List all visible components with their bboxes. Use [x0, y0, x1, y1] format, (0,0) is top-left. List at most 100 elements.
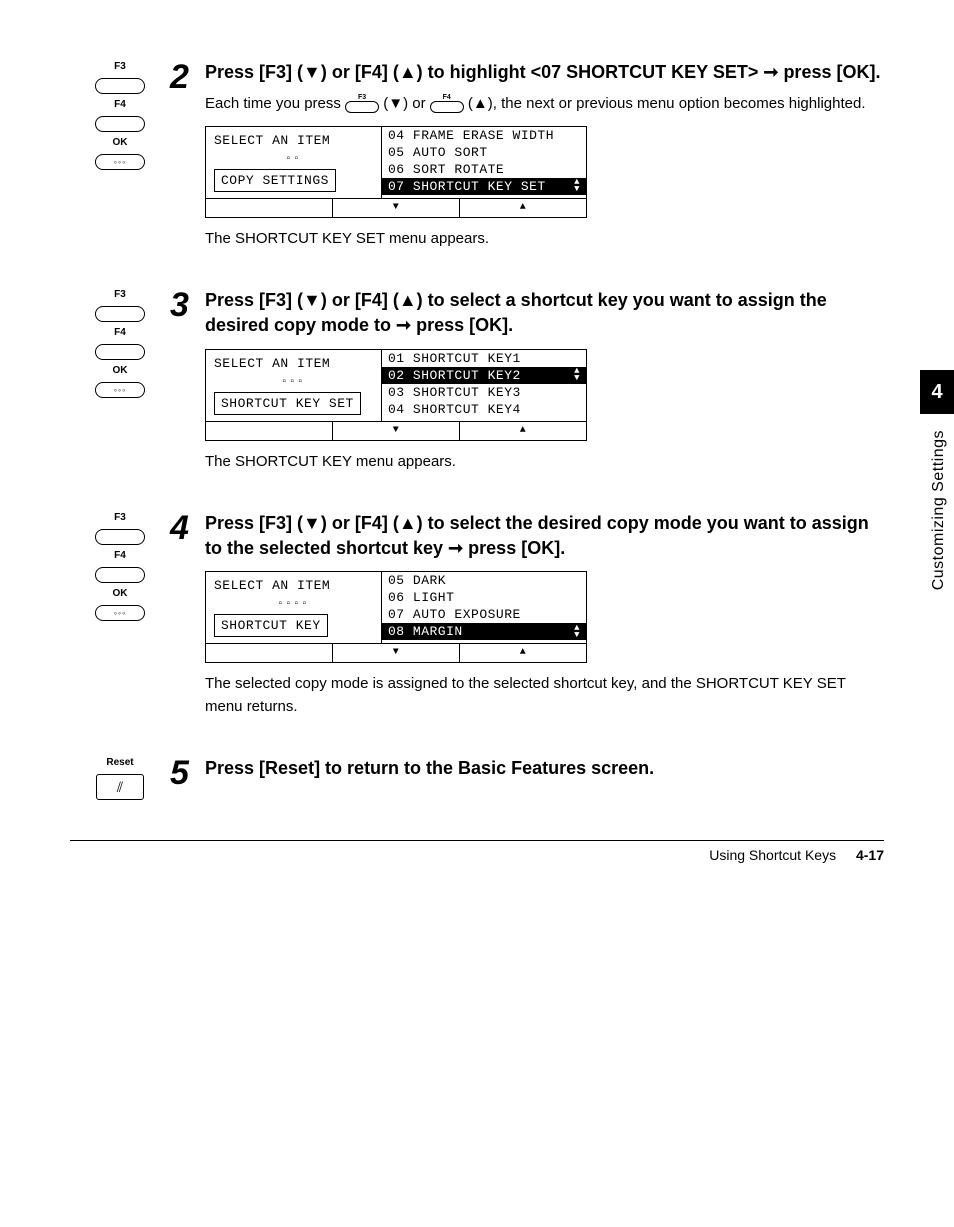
- f3-key-icon: [95, 78, 145, 94]
- key-column: F3 F4 OK: [70, 511, 170, 621]
- lcd-indicator: ▫▫▫▫: [214, 599, 373, 610]
- f3-key-icon: [95, 529, 145, 545]
- instruction-text: Press [Reset] to return to the Basic Fea…: [205, 756, 884, 781]
- inline-f4-key-icon: F4: [430, 94, 464, 113]
- lcd-bottom-blank: [206, 199, 332, 217]
- step-2: F3 F4 OK 2 Press [F3] (▼) or [F4] (▲) to…: [70, 60, 884, 258]
- step-4: F3 F4 OK 4 Press [F3] (▼) or [F4] (▲) to…: [70, 511, 884, 726]
- instr-part-b: press [OK].: [411, 315, 513, 335]
- f4-key-icon: [95, 116, 145, 132]
- side-tab-label: Customizing Settings: [930, 430, 948, 590]
- lcd-screen: SELECT AN ITEM ▫▫▫ SHORTCUT KEY SET 01 S…: [205, 349, 587, 441]
- f3-label: F3: [114, 62, 126, 72]
- lcd-item: 07 AUTO EXPOSURE: [382, 606, 586, 623]
- page-footer: Using Shortcut Keys 4-17: [70, 840, 884, 863]
- reset-label: Reset: [106, 758, 133, 768]
- lcd-up-icon: ▲: [460, 199, 586, 217]
- instr-part-a: Press [F3] (▼) or [F4] (▲) to highlight …: [205, 62, 763, 82]
- after-text: The SHORTCUT KEY SET menu appears.: [205, 228, 884, 251]
- ok-key-icon: [95, 382, 145, 398]
- lcd-subtitle: COPY SETTINGS: [214, 169, 336, 192]
- inline-f3-key-icon: F3: [345, 94, 379, 113]
- f3-label: F3: [114, 513, 126, 523]
- key-column: F3 F4 OK: [70, 60, 170, 170]
- f4-label: F4: [114, 328, 126, 338]
- lcd-item: 02 SHORTCUT KEY2▲▼: [382, 367, 586, 384]
- f3-label: F3: [114, 290, 126, 300]
- ok-key-icon: [95, 605, 145, 621]
- instruction-text: Press [F3] (▼) or [F4] (▲) to select a s…: [205, 288, 884, 338]
- lcd-bottom-blank: [206, 644, 332, 662]
- step-3: F3 F4 OK 3 Press [F3] (▼) or [F4] (▲) to…: [70, 288, 884, 481]
- lcd-down-icon: ▼: [332, 199, 460, 217]
- lcd-item: 05 DARK: [382, 572, 586, 589]
- lcd-title: SELECT AN ITEM: [214, 578, 373, 593]
- reset-key-icon: ⫽: [96, 774, 144, 800]
- after-text: The selected copy mode is assigned to th…: [205, 673, 884, 718]
- lcd-down-icon: ▼: [332, 422, 460, 440]
- selection-arrows-icon: ▲▼: [574, 368, 580, 382]
- f4-label: F4: [114, 100, 126, 110]
- arrow-right-icon: ➞: [396, 315, 411, 335]
- footer-text: Using Shortcut Keys: [709, 847, 836, 863]
- page: 4 Customizing Settings F3 F4 OK 2 Press …: [0, 0, 954, 1120]
- lcd-title: SELECT AN ITEM: [214, 356, 373, 371]
- lcd-title: SELECT AN ITEM: [214, 133, 373, 148]
- selection-arrows-icon: ▲▼: [574, 179, 580, 193]
- key-column: F3 F4 OK: [70, 288, 170, 398]
- arrow-right-icon: ➞: [448, 538, 463, 558]
- lcd-up-icon: ▲: [460, 422, 586, 440]
- lcd-list: 04 FRAME ERASE WIDTH05 AUTO SORT06 SORT …: [381, 127, 586, 198]
- key-column: Reset ⫽: [70, 756, 170, 800]
- body-b: (▼) or: [383, 95, 430, 112]
- lcd-item: 07 SHORTCUT KEY SET▲▼: [382, 178, 586, 195]
- body-c: (▲), the next or previous menu option be…: [468, 95, 866, 112]
- instruction-text: Press [F3] (▼) or [F4] (▲) to highlight …: [205, 60, 884, 85]
- lcd-indicator: ▫▫: [214, 154, 373, 165]
- step-number: 3: [170, 288, 205, 322]
- lcd-bottom-blank: [206, 422, 332, 440]
- lcd-screen: SELECT AN ITEM ▫▫▫▫ SHORTCUT KEY 05 DARK…: [205, 571, 587, 663]
- lcd-item: 06 LIGHT: [382, 589, 586, 606]
- lcd-list: 01 SHORTCUT KEY102 SHORTCUT KEY2▲▼03 SHO…: [381, 350, 586, 421]
- page-number: 4-17: [856, 847, 884, 863]
- step-number: 5: [170, 756, 205, 790]
- body-text: Each time you press F3 (▼) or F4 (▲), th…: [205, 93, 884, 116]
- lcd-item: 04 FRAME ERASE WIDTH: [382, 127, 586, 144]
- body-a: Each time you press: [205, 95, 345, 112]
- instr-part-a: Press [F3] (▼) or [F4] (▲) to select a s…: [205, 290, 827, 335]
- lcd-item: 03 SHORTCUT KEY3: [382, 384, 586, 401]
- step-5: Reset ⫽ 5 Press [Reset] to return to the…: [70, 756, 884, 800]
- selection-arrows-icon: ▲▼: [574, 625, 580, 639]
- lcd-screen: SELECT AN ITEM ▫▫ COPY SETTINGS 04 FRAME…: [205, 126, 587, 218]
- lcd-item: 01 SHORTCUT KEY1: [382, 350, 586, 367]
- lcd-item: 05 AUTO SORT: [382, 144, 586, 161]
- instruction-text: Press [F3] (▼) or [F4] (▲) to select the…: [205, 511, 884, 561]
- f4-label: F4: [114, 551, 126, 561]
- ok-label: OK: [113, 589, 128, 599]
- step-number: 4: [170, 511, 205, 545]
- after-text: The SHORTCUT KEY menu appears.: [205, 451, 884, 474]
- step-number: 2: [170, 60, 205, 94]
- mini-f4-label: F4: [430, 94, 464, 101]
- arrow-right-icon: ➞: [763, 62, 778, 82]
- ok-key-icon: [95, 154, 145, 170]
- ok-label: OK: [113, 366, 128, 376]
- f4-key-icon: [95, 567, 145, 583]
- lcd-up-icon: ▲: [460, 644, 586, 662]
- instr-part-b: press [OK].: [463, 538, 565, 558]
- lcd-subtitle: SHORTCUT KEY SET: [214, 392, 361, 415]
- f4-key-icon: [95, 344, 145, 360]
- lcd-item: 06 SORT ROTATE: [382, 161, 586, 178]
- ok-label: OK: [113, 138, 128, 148]
- instr-part-b: press [OK].: [778, 62, 880, 82]
- lcd-item: 08 MARGIN▲▼: [382, 623, 586, 640]
- mini-f3-label: F3: [345, 94, 379, 101]
- lcd-down-icon: ▼: [332, 644, 460, 662]
- lcd-list: 05 DARK06 LIGHT07 AUTO EXPOSURE08 MARGIN…: [381, 572, 586, 643]
- side-tab: 4: [920, 370, 954, 414]
- lcd-item: 04 SHORTCUT KEY4: [382, 401, 586, 418]
- f3-key-icon: [95, 306, 145, 322]
- lcd-subtitle: SHORTCUT KEY: [214, 614, 328, 637]
- lcd-indicator: ▫▫▫: [214, 377, 373, 388]
